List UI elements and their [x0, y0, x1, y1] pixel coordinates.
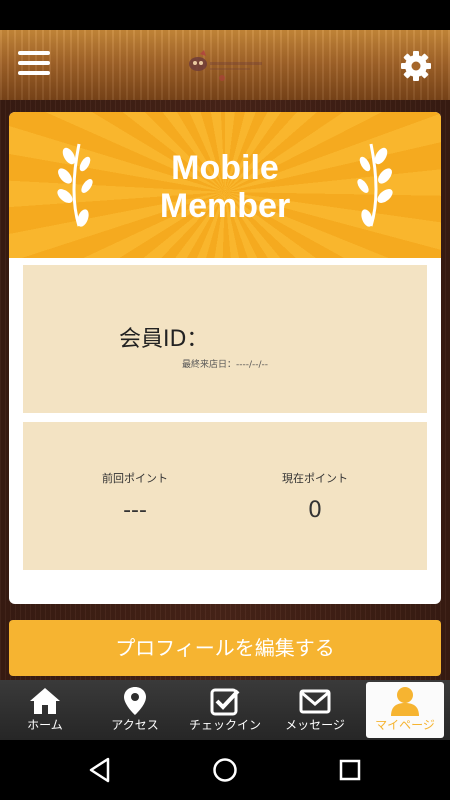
tab-mypage-label: マイページ — [375, 718, 435, 732]
member-card: Mobile Member 会員ID： 最終来店日：----/--/-- 前回ポ… — [9, 112, 441, 604]
tab-access-label: アクセス — [111, 718, 159, 732]
recents-icon[interactable] — [336, 756, 364, 784]
app-header — [0, 30, 450, 100]
shop-logo — [189, 50, 262, 81]
tab-checkin-label: チェックイン — [188, 718, 261, 732]
last-visit-date: 最終来店日：----/--/-- — [181, 360, 269, 370]
edit-profile-button[interactable]: プロフィールを編集する — [9, 620, 441, 676]
bottom-tab-bar: ホーム アクセス チェックイン メッセージ マイページ — [0, 680, 450, 740]
member-id-panel: 会員ID： 最終来店日：----/--/-- — [23, 265, 427, 413]
user-icon — [391, 687, 419, 716]
hamburger-menu-icon — [18, 51, 50, 55]
previous-points-value: --- — [123, 498, 147, 523]
tab-checkin[interactable]: チェックイン — [180, 680, 270, 740]
tab-mypage[interactable]: マイページ — [360, 680, 450, 740]
hamburger-line — [18, 71, 50, 75]
checkin-icon — [210, 688, 240, 716]
banner-title-line2: Member — [159, 187, 291, 225]
banner-title-line1: Mobile — [171, 149, 279, 187]
tab-message[interactable]: メッセージ — [270, 680, 360, 740]
tab-home-label: ホーム — [27, 718, 63, 732]
settings-button[interactable] — [400, 50, 432, 82]
home-icon — [30, 688, 60, 714]
points-panel: 前回ポイント --- 現在ポイント 0 — [23, 422, 427, 570]
hamburger-line — [18, 61, 50, 65]
android-nav-bar — [0, 740, 450, 800]
gear-icon — [401, 51, 431, 81]
back-icon[interactable] — [86, 756, 114, 784]
current-points-label: 現在ポイント — [282, 472, 348, 485]
tab-access[interactable]: アクセス — [90, 680, 180, 740]
mail-icon — [299, 689, 331, 714]
home-circle-icon[interactable] — [211, 756, 239, 784]
tab-home[interactable]: ホーム — [0, 680, 90, 740]
menu-button[interactable] — [18, 51, 50, 79]
previous-points-label: 前回ポイント — [102, 472, 168, 485]
status-bar — [0, 0, 450, 30]
member-banner: Mobile Member — [9, 112, 441, 258]
map-pin-icon — [124, 687, 146, 715]
member-id-label: 会員ID： — [119, 327, 209, 352]
main-content: Mobile Member 会員ID： 最終来店日：----/--/-- 前回ポ… — [0, 100, 450, 680]
current-points-value: 0 — [308, 498, 322, 523]
tab-message-label: メッセージ — [285, 718, 345, 732]
